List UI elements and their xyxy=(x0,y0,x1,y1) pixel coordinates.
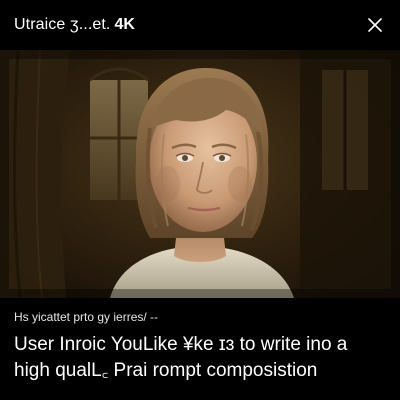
caption-meta: Hs yicattet prto gy ierres/ -- xyxy=(14,310,159,324)
close-icon xyxy=(368,18,382,32)
caption-line-2: high qualL꜀ Prai rompt composistion xyxy=(14,360,318,381)
portrait-image xyxy=(0,50,400,298)
close-button[interactable] xyxy=(364,14,386,36)
caption-panel: Hs yicattet prto gy ierres/ -- User Inro… xyxy=(0,298,400,400)
top-bar: Utraice ʒ...et. 4K xyxy=(0,0,400,50)
video-viewer: Utraice ʒ...et. 4K Hs yicattet prto gy i… xyxy=(0,0,400,400)
title-group: Utraice ʒ...et. 4K xyxy=(14,16,135,34)
video-title: Utraice ʒ...et. xyxy=(14,16,111,33)
caption-line-1: User Inroic YouLike ¥ke ɪɜ to write ino … xyxy=(14,334,348,355)
video-frame[interactable] xyxy=(0,50,400,298)
quality-badge: 4K xyxy=(114,16,135,33)
